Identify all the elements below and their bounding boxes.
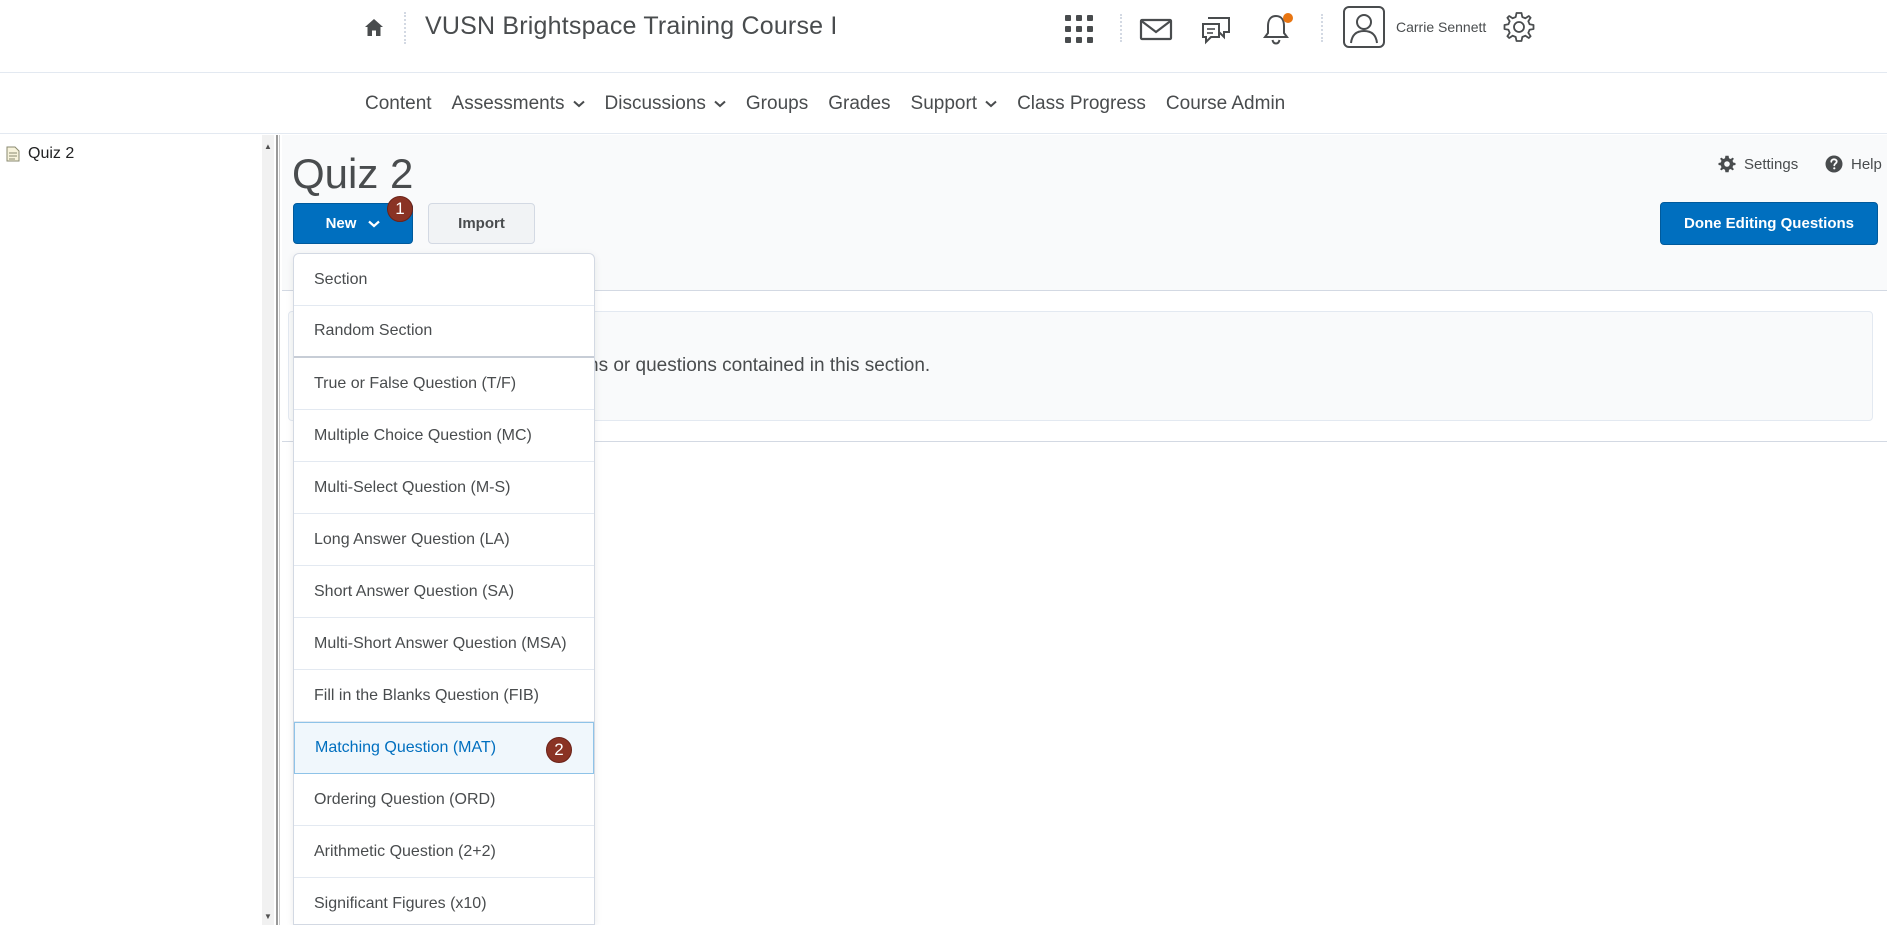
settings-label: Settings: [1744, 155, 1799, 173]
chevron-down-icon: [985, 100, 997, 108]
header-separator: [404, 12, 406, 44]
settings-link[interactable]: Settings: [1718, 155, 1798, 173]
done-editing-questions-button[interactable]: Done Editing Questions: [1660, 202, 1878, 245]
menu-item-fill-in-blanks[interactable]: Fill in the Blanks Question (FIB): [294, 670, 594, 722]
nav-item-label: Class Progress: [1017, 93, 1146, 114]
nav-item-assessments[interactable]: Assessments: [452, 93, 585, 115]
new-menu-dropdown: Section Random Section True or False Que…: [293, 253, 595, 925]
nav-item-discussions[interactable]: Discussions: [605, 93, 726, 115]
user-name[interactable]: Carrie Sennett: [1396, 19, 1486, 35]
menu-item-multi-select[interactable]: Multi-Select Question (M-S): [294, 462, 594, 514]
nav-item-label: Content: [365, 93, 432, 114]
gear-icon: [1718, 155, 1736, 173]
nav-item-grades[interactable]: Grades: [828, 93, 890, 115]
page-title: Quiz 2: [292, 150, 414, 197]
panel-resize-handle[interactable]: [276, 135, 280, 925]
email-icon[interactable]: [1139, 12, 1173, 46]
notification-dot: [1283, 13, 1293, 23]
empty-section-text: ns or questions contained in this sectio…: [588, 355, 931, 376]
nav-item-course-admin[interactable]: Course Admin: [1166, 93, 1285, 115]
nav-item-label: Assessments: [451, 93, 565, 114]
menu-item-section[interactable]: Section: [294, 254, 594, 306]
nav-item-label: Discussions: [604, 93, 706, 114]
course-title[interactable]: VUSN Brightspace Training Course I: [425, 12, 838, 41]
chevron-down-icon: [572, 100, 585, 108]
home-icon[interactable]: [362, 16, 386, 40]
step-badge-1: 1: [387, 196, 413, 222]
menu-item-arithmetic[interactable]: Arithmetic Question (2+2): [294, 826, 594, 878]
menu-item-long-answer[interactable]: Long Answer Question (LA): [294, 514, 594, 566]
nav-list: Content Assessments Discussions Groups G…: [365, 93, 1305, 115]
nav-item-label: Grades: [828, 93, 891, 114]
chat-icon[interactable]: [1199, 12, 1233, 46]
apps-grid-icon[interactable]: [1062, 12, 1096, 46]
menu-item-significant-figures[interactable]: Significant Figures (x10): [294, 878, 594, 924]
top-header: VUSN Brightspace Training Course I Carri…: [0, 0, 1887, 72]
new-button-label: New: [325, 215, 357, 232]
tree-item-label: Quiz 2: [28, 145, 75, 162]
menu-item-true-false[interactable]: True or False Question (T/F): [294, 358, 594, 410]
chevron-down-icon: [714, 100, 726, 108]
course-navbar: Content Assessments Discussions Groups G…: [0, 72, 1887, 134]
nav-item-class-progress[interactable]: Class Progress: [1017, 93, 1146, 115]
help-link[interactable]: Help: [1825, 155, 1882, 173]
nav-item-content[interactable]: Content: [365, 93, 432, 115]
document-icon: [6, 146, 20, 162]
header-separator: [1321, 14, 1323, 42]
help-label: Help: [1851, 155, 1882, 173]
nav-item-groups[interactable]: Groups: [746, 93, 808, 115]
user-avatar-icon: [1350, 14, 1378, 44]
quiz-tree-panel: Quiz 2: [0, 135, 262, 925]
gear-icon[interactable]: [1502, 10, 1536, 44]
header-separator: [1120, 14, 1122, 42]
menu-item-random-section[interactable]: Random Section: [294, 306, 594, 358]
scroll-up-icon[interactable]: ▲: [264, 143, 272, 151]
tree-item-quiz[interactable]: Quiz 2: [6, 145, 74, 163]
menu-item-short-answer[interactable]: Short Answer Question (SA): [294, 566, 594, 618]
tree-scrollbar[interactable]: ▲ ▼: [262, 135, 274, 925]
user-avatar[interactable]: [1343, 6, 1385, 48]
help-icon: [1825, 155, 1843, 173]
chevron-down-icon: [368, 220, 381, 227]
menu-item-multi-short-answer[interactable]: Multi-Short Answer Question (MSA): [294, 618, 594, 670]
step-badge-2: 2: [546, 737, 572, 763]
import-button[interactable]: Import: [428, 203, 535, 244]
nav-item-label: Support: [910, 93, 978, 114]
nav-item-label: Groups: [745, 93, 809, 114]
scroll-down-icon[interactable]: ▼: [264, 913, 272, 921]
menu-item-multiple-choice[interactable]: Multiple Choice Question (MC): [294, 410, 594, 462]
menu-item-ordering[interactable]: Ordering Question (ORD): [294, 774, 594, 826]
nav-item-support[interactable]: Support: [911, 93, 998, 115]
nav-item-label: Course Admin: [1165, 93, 1286, 114]
